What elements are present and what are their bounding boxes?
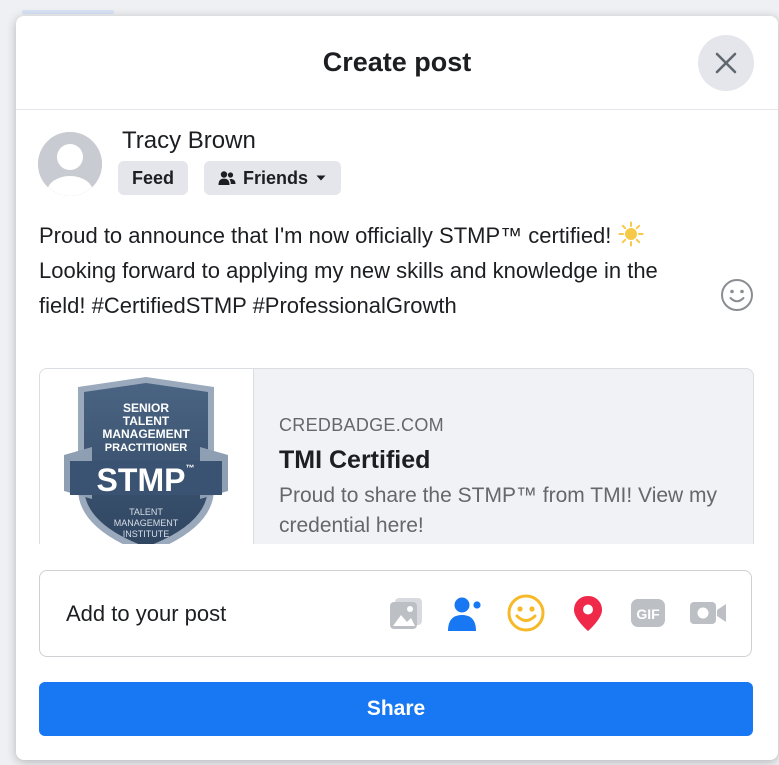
link-preview-card[interactable]: SENIOR TALENT MANAGEMENT PRACTITIONER ST… — [39, 368, 754, 544]
create-post-dialog: Create post Tracy Brown Feed Friends Pro… — [16, 16, 778, 760]
close-button[interactable] — [698, 35, 754, 91]
sun-emoji — [618, 218, 644, 253]
link-description: Proud to share the STMP™ from TMI! View … — [279, 484, 718, 537]
badge-line-3: MANAGEMENT — [102, 427, 190, 441]
gif-icon-text: GIF — [636, 606, 660, 622]
feed-label: Feed — [132, 167, 175, 188]
live-video-button[interactable] — [688, 593, 728, 633]
badge-footer-3: INSTITUTE — [123, 529, 170, 539]
badge-line-1: SENIOR — [123, 401, 169, 415]
feeling-button[interactable] — [506, 593, 546, 633]
tag-people-button[interactable] — [444, 593, 484, 633]
stmp-badge-image: SENIOR TALENT MANAGEMENT PRACTITIONER ST… — [64, 377, 228, 544]
gif-button[interactable]: GIF — [628, 593, 668, 633]
post-text-line: Proud to announce that I'm now officiall… — [39, 218, 699, 253]
share-button[interactable]: Share — [39, 682, 753, 736]
live-video-icon — [690, 602, 726, 624]
add-to-post-label: Add to your post — [66, 601, 227, 626]
badge-line-2: TALENT — [123, 414, 170, 428]
post-text-line-3: field! #CertifiedSTMP #ProfessionalGrowt… — [39, 293, 457, 318]
post-text-input[interactable]: Proud to announce that I'm now officiall… — [39, 218, 699, 323]
default-avatar-icon — [38, 132, 102, 196]
friends-icon — [218, 171, 236, 185]
post-text-line-1: Proud to announce that I'm now officiall… — [39, 223, 612, 248]
caret-down-icon — [316, 175, 326, 181]
badge-footer-1: TALENT — [129, 507, 163, 517]
background-tab-indicator — [22, 10, 114, 14]
link-title: TMI Certified — [279, 446, 431, 474]
gif-icon: GIF — [631, 599, 665, 627]
audience-label: Friends — [243, 167, 309, 188]
location-icon — [574, 596, 602, 631]
photo-icon — [390, 598, 422, 629]
link-domain: CREDBADGE.COM — [279, 415, 444, 435]
audience-selector[interactable]: Friends — [204, 161, 342, 195]
photo-button[interactable] — [386, 593, 426, 633]
dialog-header: Create post — [16, 16, 778, 110]
post-text-line-2: Looking forward to applying my new skill… — [39, 258, 658, 283]
feed-selector[interactable]: Feed — [118, 161, 189, 195]
avatar[interactable] — [38, 132, 102, 196]
add-to-post-bar: Add to your post GIF — [39, 570, 752, 657]
link-preview-image: SENIOR TALENT MANAGEMENT PRACTITIONER ST… — [40, 369, 254, 544]
author-name: Tracy Brown — [122, 127, 256, 154]
tag-people-icon — [448, 597, 481, 631]
dialog-title: Create post — [322, 47, 472, 77]
badge-footer-2: MANAGEMENT — [114, 518, 179, 528]
close-icon — [715, 52, 737, 74]
location-button[interactable] — [568, 593, 608, 633]
smiley-icon — [721, 279, 753, 311]
share-label: Share — [366, 697, 426, 720]
feeling-icon — [507, 594, 545, 632]
badge-line-4: PRACTITIONER — [105, 442, 188, 454]
badge-acronym: STMP — [97, 462, 186, 498]
link-preview-body: CREDBADGE.COM TMI Certified Proud to sha… — [279, 415, 739, 541]
badge-tm: ™ — [186, 463, 195, 473]
emoji-button[interactable] — [720, 278, 754, 312]
